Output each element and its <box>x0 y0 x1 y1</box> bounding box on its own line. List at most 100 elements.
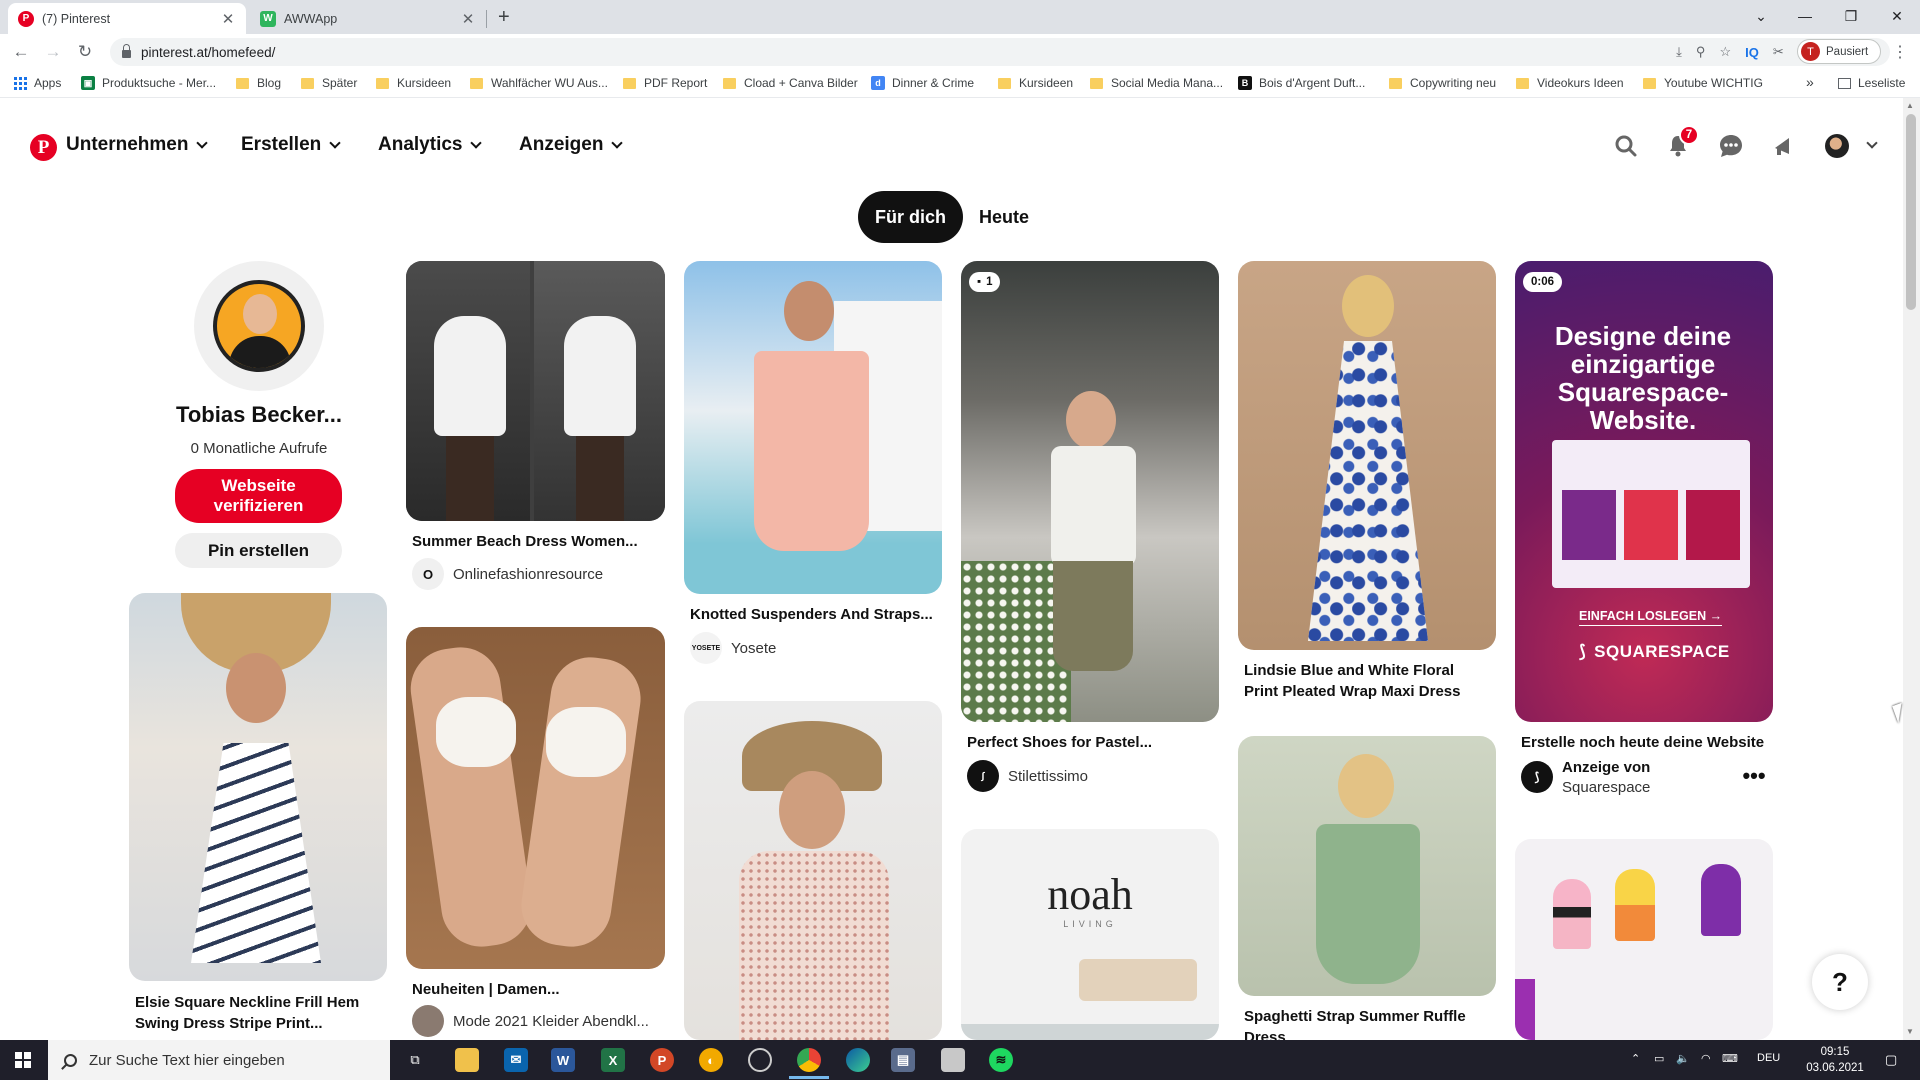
pin-source[interactable]: ∫ Stilettissimo <box>967 760 1088 792</box>
profile-avatar[interactable] <box>194 261 324 391</box>
nav-erstellen[interactable]: Erstellen <box>241 134 341 156</box>
tab-heute[interactable]: Heute <box>979 191 1046 243</box>
taskbar-search-input[interactable]: Zur Suche Text hier eingeben <box>48 1040 390 1080</box>
pin-image-summer-beach-dress[interactable] <box>406 261 665 521</box>
lock-icon[interactable] <box>122 44 131 58</box>
nav-analytics[interactable]: Analytics <box>378 134 483 156</box>
app-icon[interactable]: ◐ <box>699 1048 723 1072</box>
bookmark-dinner-crime[interactable]: d Dinner & Crime <box>871 76 974 90</box>
url-text[interactable]: pinterest.at/homefeed/ <box>141 45 275 60</box>
volume-icon[interactable]: 🔈 <box>1676 1052 1690 1065</box>
pin-source[interactable]: YOSETE Yosete <box>690 632 776 664</box>
tab-pinterest[interactable]: P (7) Pinterest ✕ <box>8 3 246 34</box>
pin-image-knotted-suspenders[interactable] <box>684 261 942 594</box>
tray-expand-icon[interactable]: ⌃ <box>1631 1052 1640 1065</box>
file-explorer-icon[interactable] <box>455 1048 479 1072</box>
verify-website-button[interactable]: Webseite verifizieren <box>175 469 342 523</box>
pin-image-neuheiten-sandals[interactable] <box>406 627 665 969</box>
forward-icon[interactable]: → <box>42 42 64 62</box>
tab-search-icon[interactable]: ⌄ <box>1738 4 1784 28</box>
pin-title[interactable]: Elsie Square Neckline Frill Hem Swing Dr… <box>135 992 385 1034</box>
nav-unternehmen[interactable]: Unternehmen <box>66 134 209 156</box>
extension-icon[interactable]: ✂ <box>1773 44 1784 60</box>
more-bookmarks-button[interactable]: » <box>1806 74 1814 90</box>
wifi-icon[interactable]: ◠ <box>1701 1052 1711 1065</box>
chrome-icon[interactable] <box>797 1048 821 1072</box>
pin-image-perfect-shoes[interactable] <box>961 261 1219 722</box>
pin-image-elsie-dress[interactable] <box>129 593 387 981</box>
pinterest-logo-icon[interactable]: P <box>30 134 57 161</box>
account-avatar[interactable] <box>1825 134 1849 158</box>
bookmark-produktsuche[interactable]: ▣ Produktsuche - Mer... <box>81 76 216 90</box>
word-icon[interactable]: W <box>551 1048 575 1072</box>
pin-image-lindsie-maxi-dress[interactable] <box>1238 261 1496 650</box>
bookmark-youtube[interactable]: Youtube WICHTIG <box>1643 76 1763 90</box>
notepad-icon[interactable] <box>941 1048 965 1072</box>
keyboard-icon[interactable]: ⌨ <box>1722 1052 1738 1065</box>
pin-source[interactable]: Mode 2021 Kleider Abendkl... <box>412 1005 649 1037</box>
extension-iq-icon[interactable]: IQ <box>1745 45 1759 60</box>
address-bar[interactable]: pinterest.at/homefeed/ ⤓ ⚲ ☆ IQ ✂ ◍ ✚ <box>110 38 1890 66</box>
scrollbar-thumb[interactable] <box>1906 114 1916 310</box>
notification-center-icon[interactable]: ▢ <box>1885 1052 1897 1068</box>
chrome-menu-icon[interactable]: ⋮ <box>1892 42 1908 62</box>
close-tab-icon[interactable]: ✕ <box>460 10 476 28</box>
bookmark-kursideen[interactable]: Kursideen <box>376 76 451 90</box>
pin-title[interactable]: Lindsie Blue and White Floral Print Plea… <box>1244 660 1484 702</box>
minimize-icon[interactable]: — <box>1782 4 1828 28</box>
bookmark-wahlfaecher[interactable]: Wahlfächer WU Aus... <box>470 76 608 90</box>
ad-cta-link[interactable]: EINFACH LOSLEGEN → <box>1579 609 1723 626</box>
zoom-icon[interactable]: ⚲ <box>1696 44 1706 60</box>
profile-button[interactable]: T Pausiert <box>1797 39 1881 64</box>
pin-image-popsicles[interactable] <box>1515 839 1773 1040</box>
bookmark-social-media[interactable]: Social Media Mana... <box>1090 76 1223 90</box>
pin-image-floral-dress[interactable] <box>684 701 942 1040</box>
nav-anzeigen[interactable]: Anzeigen <box>519 134 624 156</box>
help-button[interactable]: ? <box>1812 954 1868 1010</box>
spotify-icon[interactable]: ≋ <box>989 1048 1013 1072</box>
edge-icon[interactable] <box>846 1048 870 1072</box>
excel-icon[interactable]: X <box>601 1048 625 1072</box>
powerpoint-icon[interactable]: P <box>650 1048 674 1072</box>
reading-list-button[interactable]: Leseliste <box>1838 76 1905 90</box>
pin-image-spaghetti-strap-dress[interactable] <box>1238 736 1496 996</box>
bookmark-spaeter[interactable]: Später <box>301 76 357 90</box>
pin-title[interactable]: Neuheiten | Damen... <box>412 979 662 1000</box>
bookmark-blog[interactable]: Blog <box>236 76 281 90</box>
pin-title[interactable]: Summer Beach Dress Women... <box>412 531 662 552</box>
bookmark-apps[interactable]: Apps <box>14 76 61 90</box>
restore-icon[interactable]: ❐ <box>1828 4 1874 28</box>
tray-icon[interactable]: ▭ <box>1654 1052 1664 1065</box>
pin-image-noah-living[interactable]: noah LIVING <box>961 829 1219 1040</box>
pin-title[interactable]: Perfect Shoes for Pastel... <box>967 732 1217 753</box>
bookmark-cload-canva[interactable]: Cload + Canva Bilder <box>723 76 858 90</box>
messages-icon[interactable] <box>1715 130 1747 162</box>
obs-icon[interactable] <box>748 1048 772 1072</box>
tab-awwapp[interactable]: W AWWApp ✕ <box>250 3 486 34</box>
mail-icon[interactable]: ✉ <box>504 1048 528 1072</box>
reload-icon[interactable]: ↻ <box>74 42 96 62</box>
task-view-icon[interactable]: ⧉ <box>403 1048 427 1072</box>
windows-start-icon[interactable] <box>15 1052 31 1068</box>
pin-source[interactable]: ⟆ Anzeige von Squarespace <box>1521 758 1650 798</box>
close-tab-icon[interactable]: ✕ <box>220 10 236 28</box>
pin-source[interactable]: O Onlinefashionresource <box>412 558 603 590</box>
pin-title[interactable]: Erstelle noch heute deine Website <box>1521 732 1771 753</box>
taskbar-clock[interactable]: 09:15 03.06.2021 <box>1805 1044 1865 1076</box>
app-window-icon[interactable]: ▤ <box>891 1048 915 1072</box>
install-icon[interactable]: ⤓ <box>1676 44 1682 60</box>
create-pin-button[interactable]: Pin erstellen <box>175 533 342 568</box>
bookmark-videokurs[interactable]: Videokurs Ideen <box>1516 76 1624 90</box>
pin-title[interactable]: Knotted Suspenders And Straps... <box>690 604 940 625</box>
more-options-button[interactable]: ••• <box>1736 765 1772 790</box>
search-icon[interactable] <box>1610 130 1642 162</box>
profile-name[interactable]: Tobias Becker... <box>130 402 388 428</box>
bookmark-pdf-report[interactable]: PDF Report <box>623 76 707 90</box>
scroll-down-icon[interactable]: ▼ <box>1906 1027 1914 1036</box>
close-window-icon[interactable]: ✕ <box>1874 4 1920 28</box>
scroll-up-icon[interactable]: ▲ <box>1906 101 1914 110</box>
back-icon[interactable]: ← <box>10 42 32 62</box>
language-indicator[interactable]: DEU <box>1757 1052 1780 1064</box>
bookmark-star-icon[interactable]: ☆ <box>1719 44 1731 60</box>
bookmark-kursideen-2[interactable]: Kursideen <box>998 76 1073 90</box>
